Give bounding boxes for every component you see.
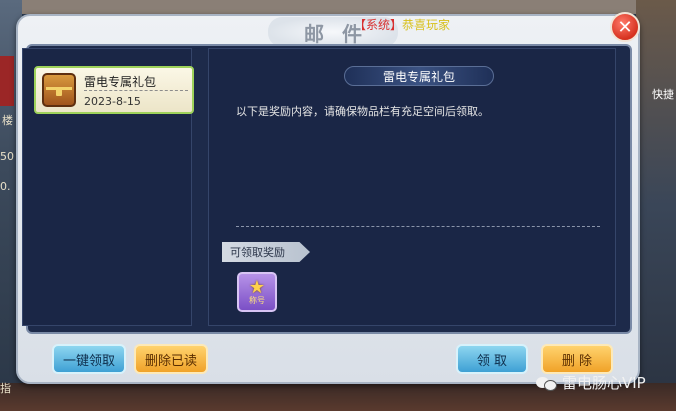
reward-section-label: 可领取奖励 — [222, 242, 310, 262]
content-divider — [236, 226, 600, 227]
reward-item-label: 称号 — [249, 295, 265, 305]
mail-body-text: 以下是奖励内容，请确保物品栏有充足空间后领取。 — [236, 105, 489, 118]
left-side-number-2: 0. — [0, 180, 11, 193]
game-background-right — [636, 0, 676, 411]
watermark: 雷电肠心VIP — [536, 372, 646, 393]
reward-item-slot[interactable]: ★ 称号 — [237, 272, 277, 312]
ticker-prefix: 【系统】 — [354, 18, 403, 32]
mail-item-date: 2023-8-15 — [84, 95, 141, 108]
delete-read-button[interactable]: 删除已读 — [134, 344, 208, 374]
close-icon: ✕ — [617, 16, 633, 38]
left-side-number: 50 — [0, 150, 14, 163]
detail-title-bar: 雷电专属礼包 — [344, 66, 494, 86]
claim-button[interactable]: 领 取 — [456, 344, 528, 374]
mail-list-item[interactable]: 雷电专属礼包 2023-8-15 — [34, 66, 194, 114]
shortcut-label[interactable]: 快捷 — [652, 86, 674, 102]
watermark-text: 雷电肠心VIP — [562, 374, 646, 392]
wechat-icon — [536, 375, 557, 391]
treasure-chest-icon — [42, 73, 76, 107]
close-button[interactable]: ✕ — [610, 12, 640, 42]
left-side-banner — [0, 56, 14, 106]
delete-button[interactable]: 删 除 — [541, 344, 613, 374]
left-side-label-2: 指 — [0, 382, 11, 395]
system-ticker: 【系统】恭喜玩家 — [354, 16, 450, 33]
mail-item-separator — [84, 90, 188, 91]
game-background-top — [0, 0, 676, 14]
claim-all-button[interactable]: 一键领取 — [52, 344, 126, 374]
mail-item-name: 雷电专属礼包 — [84, 75, 157, 89]
ticker-text: 恭喜玩家 — [402, 18, 451, 32]
left-side-label: 楼 — [2, 114, 13, 127]
detail-title: 雷电专属礼包 — [382, 69, 455, 84]
